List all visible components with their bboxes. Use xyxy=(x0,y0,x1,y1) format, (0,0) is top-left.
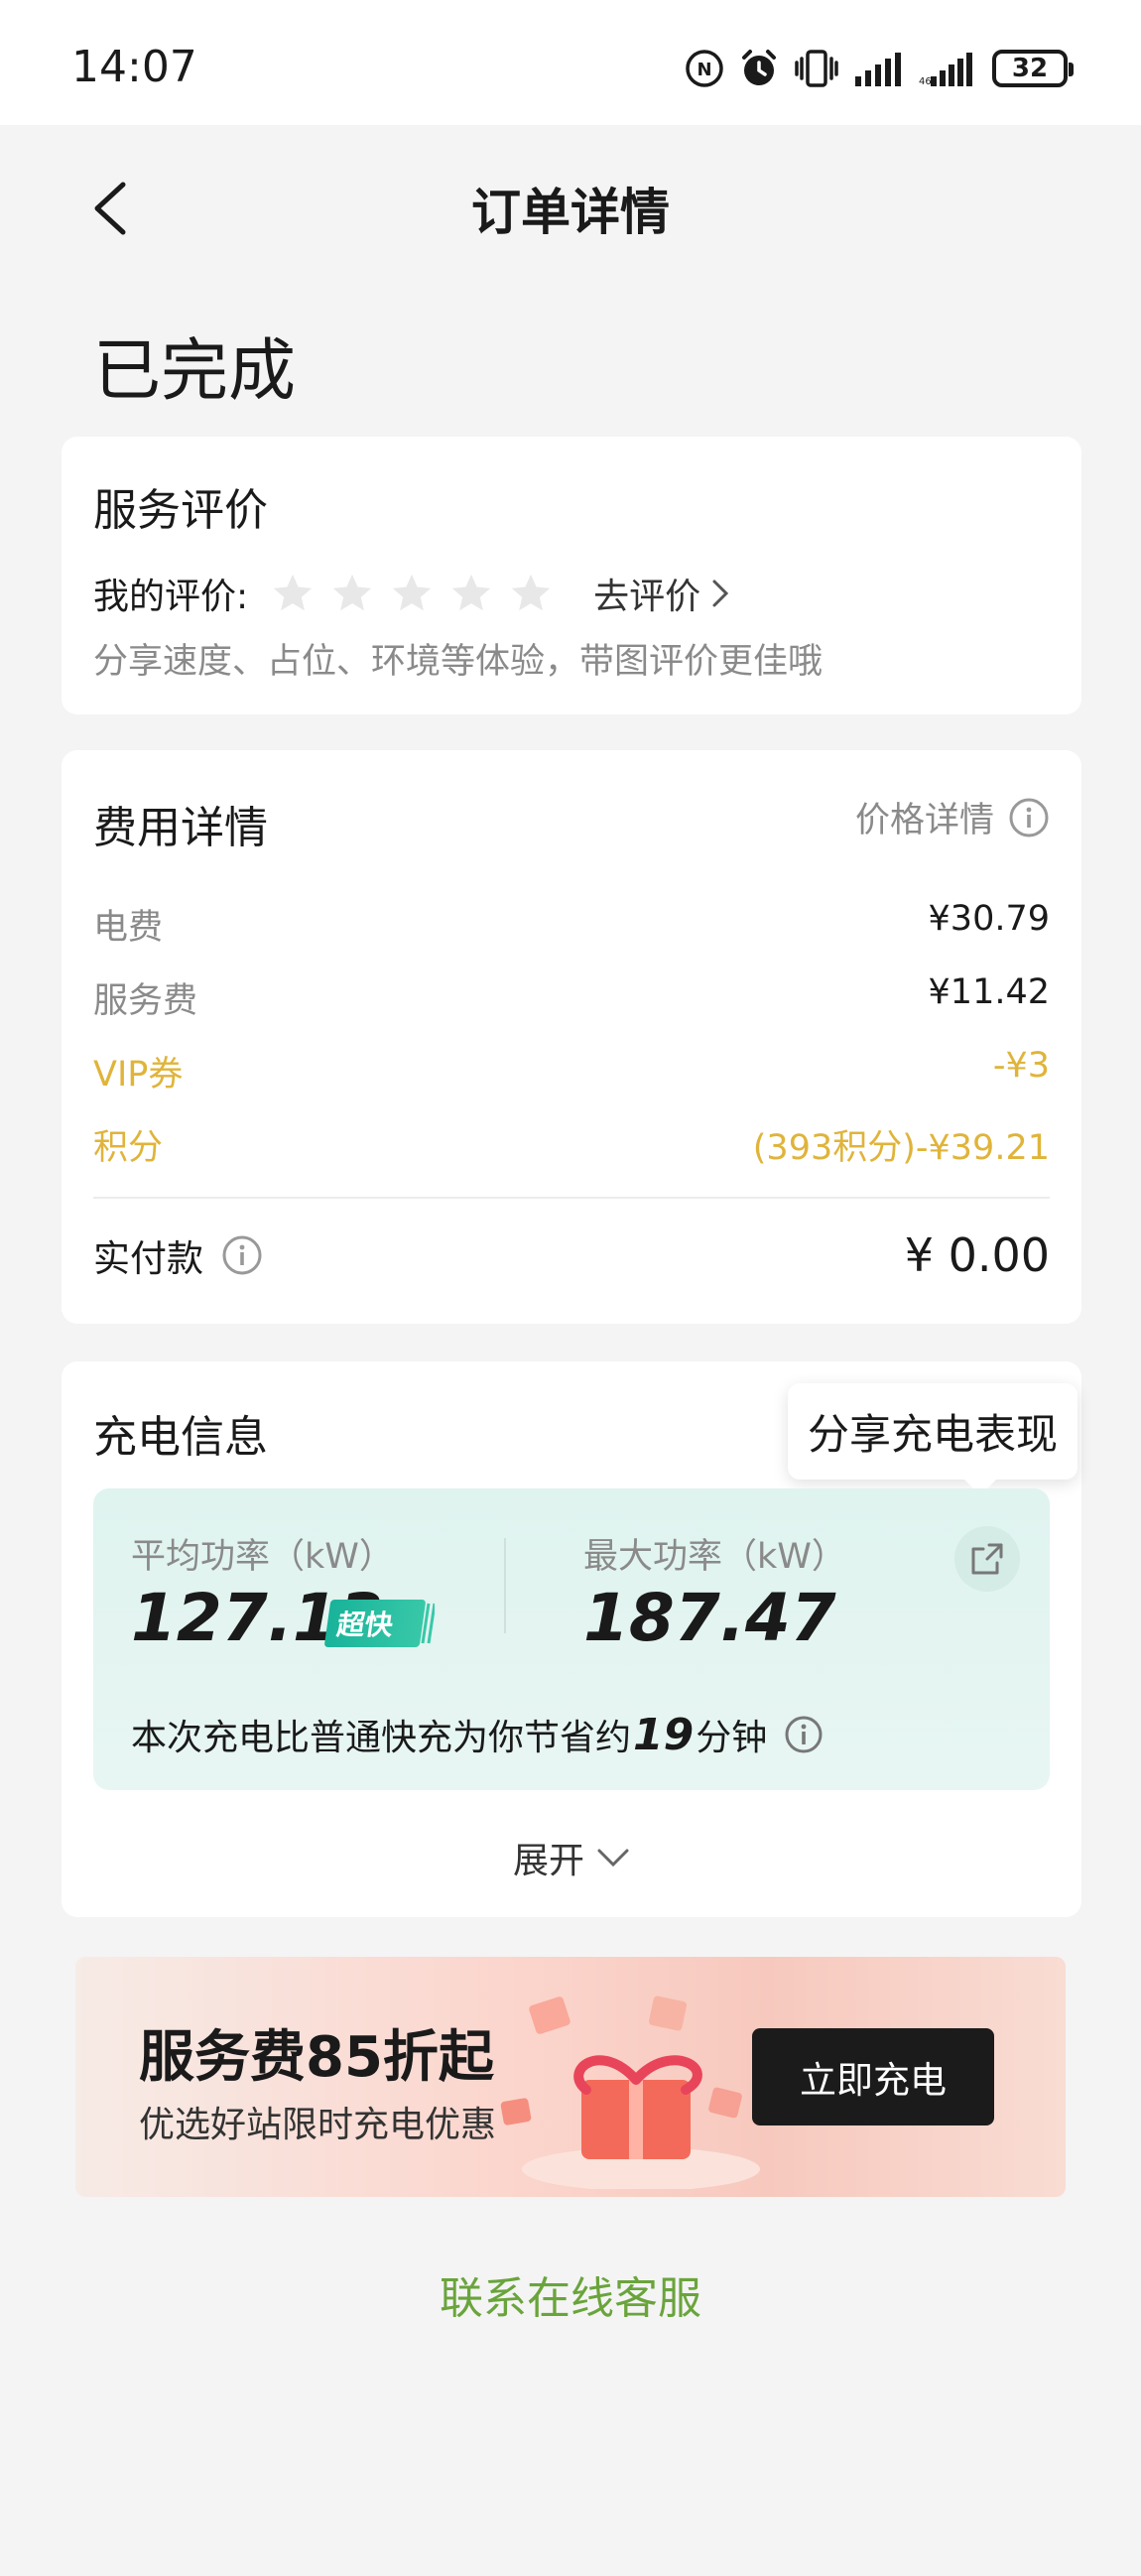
rating-label: 我的评价: xyxy=(93,577,249,617)
price-detail-label: 价格详情 xyxy=(854,801,994,840)
rating-hint: 分享速度、占位、环境等体验，带图评价更佳哦 xyxy=(93,642,824,682)
rating-card: 服务评价 我的评价: 去评价 分享速度、占位、环境等体验，带图评价更佳哦 xyxy=(62,437,1081,714)
performance-panel: 平均功率（kW） 127.13 超快 最大功率（kW） 187.47 本次充电比… xyxy=(93,1488,1050,1790)
charge-now-button[interactable]: 立即充电 xyxy=(752,2028,994,2125)
fee-value: ¥30.79 xyxy=(928,899,1050,939)
star-rating[interactable] xyxy=(270,571,554,616)
ultra-fast-badge: 超快 xyxy=(323,1600,427,1647)
rating-title: 服务评价 xyxy=(93,485,268,536)
fee-label: 积分 xyxy=(93,1128,164,1168)
fee-label: 电费 xyxy=(93,908,164,948)
chevron-right-icon xyxy=(712,580,729,607)
contact-support-link[interactable]: 联系在线客服 xyxy=(0,2262,1141,2326)
save-minutes: 19 xyxy=(633,1709,695,1760)
order-status: 已完成 xyxy=(93,332,297,411)
star-icon[interactable] xyxy=(270,571,316,616)
max-power-label: 最大功率（kW） xyxy=(583,1537,846,1577)
alarm-icon xyxy=(742,50,776,85)
star-icon[interactable] xyxy=(329,571,375,616)
fee-label: 服务费 xyxy=(93,981,198,1021)
share-icon xyxy=(971,1543,1003,1575)
info-icon xyxy=(1009,798,1049,837)
paid-label-group: 实付款 xyxy=(93,1228,263,1282)
fee-label: VIP券 xyxy=(93,1055,184,1095)
signal-icon: 46 xyxy=(919,53,972,87)
page-title: 订单详情 xyxy=(471,184,670,241)
price-detail-link[interactable]: 价格详情 xyxy=(855,792,1050,842)
fee-value: -¥3 xyxy=(992,1046,1050,1086)
signal-icon xyxy=(855,53,901,86)
fee-card: 费用详情 价格详情 电费 ¥30.79 服务费 ¥11.42 VIP券 -¥3 … xyxy=(62,750,1081,1324)
paid-value: ¥ 0.00 xyxy=(904,1228,1050,1282)
status-icons: N 46 32 xyxy=(685,48,1074,89)
max-power-value: 187.47 xyxy=(583,1580,836,1656)
rating-row: 我的评价: 去评价 xyxy=(93,568,730,619)
banner-title: 服务费85折起 xyxy=(139,2025,494,2090)
time-saved-text: 本次充电比普通快充为你节省约 19 分钟 xyxy=(131,1709,824,1760)
svg-text:N: N xyxy=(697,60,711,80)
battery-indicator: 32 xyxy=(992,50,1074,87)
paid-label: 实付款 xyxy=(93,1237,203,1280)
expand-label: 展开 xyxy=(512,1841,584,1881)
fee-title: 费用详情 xyxy=(93,803,268,853)
fee-row-vip-coupon: VIP券 -¥3 xyxy=(93,1046,1050,1096)
fee-value: ¥11.42 xyxy=(928,972,1050,1012)
vibrate-icon xyxy=(795,50,838,87)
share-tooltip[interactable]: 分享充电表现 xyxy=(787,1383,1078,1495)
banner-subtitle: 优选好站限时充电优惠 xyxy=(139,2105,497,2145)
expand-button[interactable]: 展开 xyxy=(62,1832,1081,1883)
fee-row-electricity: 电费 ¥30.79 xyxy=(93,899,1050,950)
charging-card: 充电信息 分享充电表现 平均功率（kW） 127.13 超快 最大功率（kW） … xyxy=(62,1361,1081,1917)
badge-label: 超快 xyxy=(334,1609,396,1641)
chevron-down-icon xyxy=(597,1849,629,1868)
divider xyxy=(93,1197,1050,1199)
info-icon[interactable] xyxy=(783,1714,824,1755)
svg-text:46: 46 xyxy=(919,76,932,87)
info-icon[interactable] xyxy=(221,1234,263,1276)
avg-power-label: 平均功率（kW） xyxy=(131,1537,394,1577)
fee-row-points: 积分 (393积分)-¥39.21 xyxy=(93,1119,1050,1170)
status-bar: 14:07 N 46 32 xyxy=(0,0,1141,125)
badge-stripes xyxy=(421,1603,435,1644)
nfc-icon: N xyxy=(686,50,723,87)
share-button[interactable] xyxy=(954,1526,1020,1592)
fee-value: (393积分)-¥39.21 xyxy=(752,1128,1050,1168)
go-review-label: 去评价 xyxy=(593,577,701,617)
vertical-separator xyxy=(504,1538,506,1633)
save-suffix: 分钟 xyxy=(696,1718,768,1758)
paid-row: 实付款 ¥ 0.00 xyxy=(93,1228,1050,1282)
save-prefix: 本次充电比普通快充为你节省约 xyxy=(131,1718,632,1758)
star-icon[interactable] xyxy=(448,571,494,616)
nav-bar: 订单详情 xyxy=(0,125,1141,284)
charging-title: 充电信息 xyxy=(93,1412,268,1463)
gift-illustration xyxy=(500,1996,760,2189)
star-icon[interactable] xyxy=(389,571,435,616)
star-icon[interactable] xyxy=(508,571,554,616)
battery-level: 32 xyxy=(1011,54,1049,83)
status-time: 14:07 xyxy=(71,42,197,92)
promo-banner[interactable]: 服务费85折起 优选好站限时充电优惠 立即充电 xyxy=(75,1957,1066,2197)
go-review-link[interactable]: 去评价 xyxy=(593,568,730,619)
fee-row-service: 服务费 ¥11.42 xyxy=(93,972,1050,1023)
